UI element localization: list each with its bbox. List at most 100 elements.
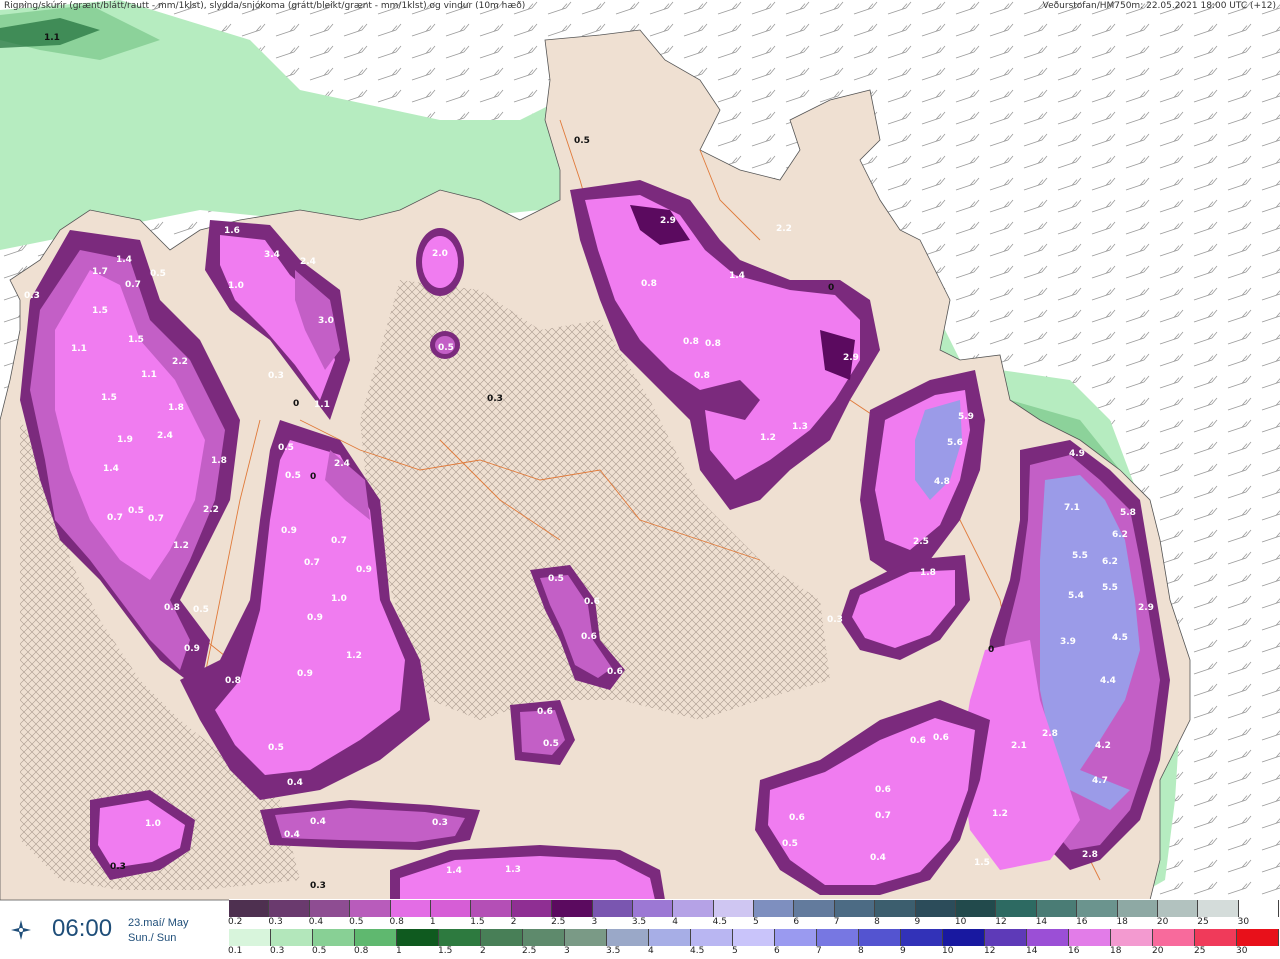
snow-scale-labels: 0.2 0.3 0.4 0.5 0.8 1 1.5 2 2.5 3 3.5 4 4.5 5 6 7 8 9 10 12…	[228, 917, 1279, 928]
map-value-label: 0.3	[310, 881, 326, 891]
legend-swatch	[1237, 929, 1279, 946]
legend-swatch	[834, 900, 876, 917]
legend-label: 8	[874, 917, 880, 927]
legend-label: 25	[1194, 946, 1206, 956]
forecast-date: 23.maí/ May	[128, 917, 189, 929]
map-value-label: 0.3	[268, 371, 284, 381]
legend-label: 20	[1152, 946, 1164, 956]
map-value-label: 0.4	[284, 830, 300, 840]
legend-label: 2.5	[551, 917, 566, 927]
map-value-label: 1.4	[446, 866, 462, 876]
legend-label: 18	[1110, 946, 1122, 956]
map-title: Rigning/skúrir (grænt/blátt/rautt - mm/1…	[4, 1, 526, 11]
legend-swatch	[229, 929, 271, 946]
legend-swatch	[1027, 929, 1069, 946]
map-value-label: 0.3	[487, 394, 503, 404]
map-value-label: 1.3	[505, 865, 521, 875]
map-value-label: 1.8	[168, 403, 184, 413]
map-value-label: 1.9	[117, 435, 133, 445]
compass-star-icon[interactable]	[10, 919, 32, 941]
legend-label: 2	[510, 917, 517, 927]
map-value-label: 3.4	[264, 250, 280, 260]
map-value-label: 0.6	[933, 733, 949, 743]
map-value-label: 1.5	[92, 306, 108, 316]
map-value-label: 0.5	[128, 506, 144, 516]
weather-map: 1.1 0.5 2.9 2.2 0.8 1.4 0 2.9 0.8 0.8 0.…	[0, 0, 1280, 958]
map-value-label: 0.3	[432, 818, 448, 828]
legend-label: 25	[1197, 917, 1209, 927]
map-value-label: 2.9	[843, 353, 859, 363]
legend-swatch	[775, 929, 817, 946]
legend-swatch	[390, 900, 431, 917]
legend-label: 16	[1068, 946, 1080, 956]
legend-swatch	[309, 900, 351, 917]
legend-label: 7	[833, 917, 840, 927]
legend-swatch	[269, 900, 310, 917]
map-value-label: 0.5	[438, 343, 454, 353]
map-value-label: 0.5	[278, 443, 294, 453]
legend-swatch	[875, 900, 916, 917]
legend-swatch	[691, 929, 733, 946]
legend-label: 0.2	[228, 917, 243, 927]
legend-swatch	[1153, 929, 1195, 946]
legend-label: 4.5	[690, 946, 705, 956]
map-value-label: 0.9	[307, 613, 323, 623]
map-value-label: 0.5	[543, 739, 559, 749]
legend-label: 1.5	[438, 946, 453, 956]
legend-label: 2.5	[522, 946, 537, 956]
legend-label: 30	[1237, 917, 1250, 927]
map-value-label: 1.8	[211, 456, 227, 466]
legend-swatch	[355, 929, 397, 946]
legend-label: 12	[995, 917, 1007, 927]
map-value-label: 0.9	[184, 644, 200, 654]
legend-label: 3	[591, 917, 598, 927]
legend-label: 5	[753, 917, 759, 927]
map-value-label: 0.4	[870, 853, 886, 863]
map-value-label: 1.8	[920, 568, 936, 578]
forecast-weekday: Sun./ Sun	[128, 932, 177, 944]
map-value-label: 0.6	[910, 736, 926, 746]
legend-label: 0.5	[349, 917, 364, 927]
legend-label: 7	[816, 946, 822, 956]
map-value-label: 1.2	[760, 433, 776, 443]
map-value-label: 5.6	[947, 438, 963, 448]
map-value-label: 0.8	[641, 279, 657, 289]
legend-swatch	[1069, 929, 1111, 946]
legend-swatch	[1117, 900, 1158, 917]
map-value-label: 0.5	[268, 743, 284, 753]
legend-label: 0.8	[354, 946, 369, 956]
legend-label: 8	[858, 946, 864, 956]
rain-scale-row	[229, 929, 1279, 946]
legend-label: 4.5	[712, 917, 727, 927]
map-value-label: 3.9	[1060, 637, 1076, 647]
map-value-label: 2.0	[432, 249, 448, 259]
map-value-label: 0.4	[310, 817, 326, 827]
map-value-label: 0.3	[827, 615, 843, 625]
map-value-label: 1.2	[346, 651, 362, 661]
map-value-label: 0.7	[148, 514, 164, 524]
map-value-label: 2.9	[1138, 603, 1154, 613]
map-value-label: 5.4	[1068, 591, 1084, 601]
map-value-label: 2.2	[776, 224, 792, 234]
map-value-label: 2.2	[203, 505, 219, 515]
legend-label: 3.5	[631, 917, 647, 927]
map-value-label: 5.5	[1072, 551, 1088, 561]
map-value-label: 0	[293, 399, 299, 409]
map-value-label: 0.9	[297, 669, 313, 679]
rain-scale-labels: 0.1 0.3 0.5 0.8 1 1.5 2 2.5 3 3.5 4 4.5 5 6 7 8 9 10 12 14 1…	[228, 946, 1279, 957]
map-value-label: 0.3	[110, 862, 126, 872]
map-value-label: 0	[310, 472, 316, 482]
legend-label: 2	[480, 946, 486, 956]
legend-label: 14	[1035, 917, 1048, 927]
map-value-label: 4.2	[1095, 741, 1111, 751]
legend-swatch	[1195, 929, 1237, 946]
legend-label: 0.4	[308, 917, 324, 927]
map-value-label: 0.5	[548, 574, 564, 584]
legend-swatch	[350, 900, 391, 917]
map-value-label: 6.2	[1102, 557, 1118, 567]
map-value-label: 2.4	[300, 257, 316, 267]
legend-swatch	[733, 929, 775, 946]
map-value-label: 0.6	[789, 813, 805, 823]
legend-label: 9	[914, 917, 921, 927]
legend-label: 4	[672, 917, 678, 927]
